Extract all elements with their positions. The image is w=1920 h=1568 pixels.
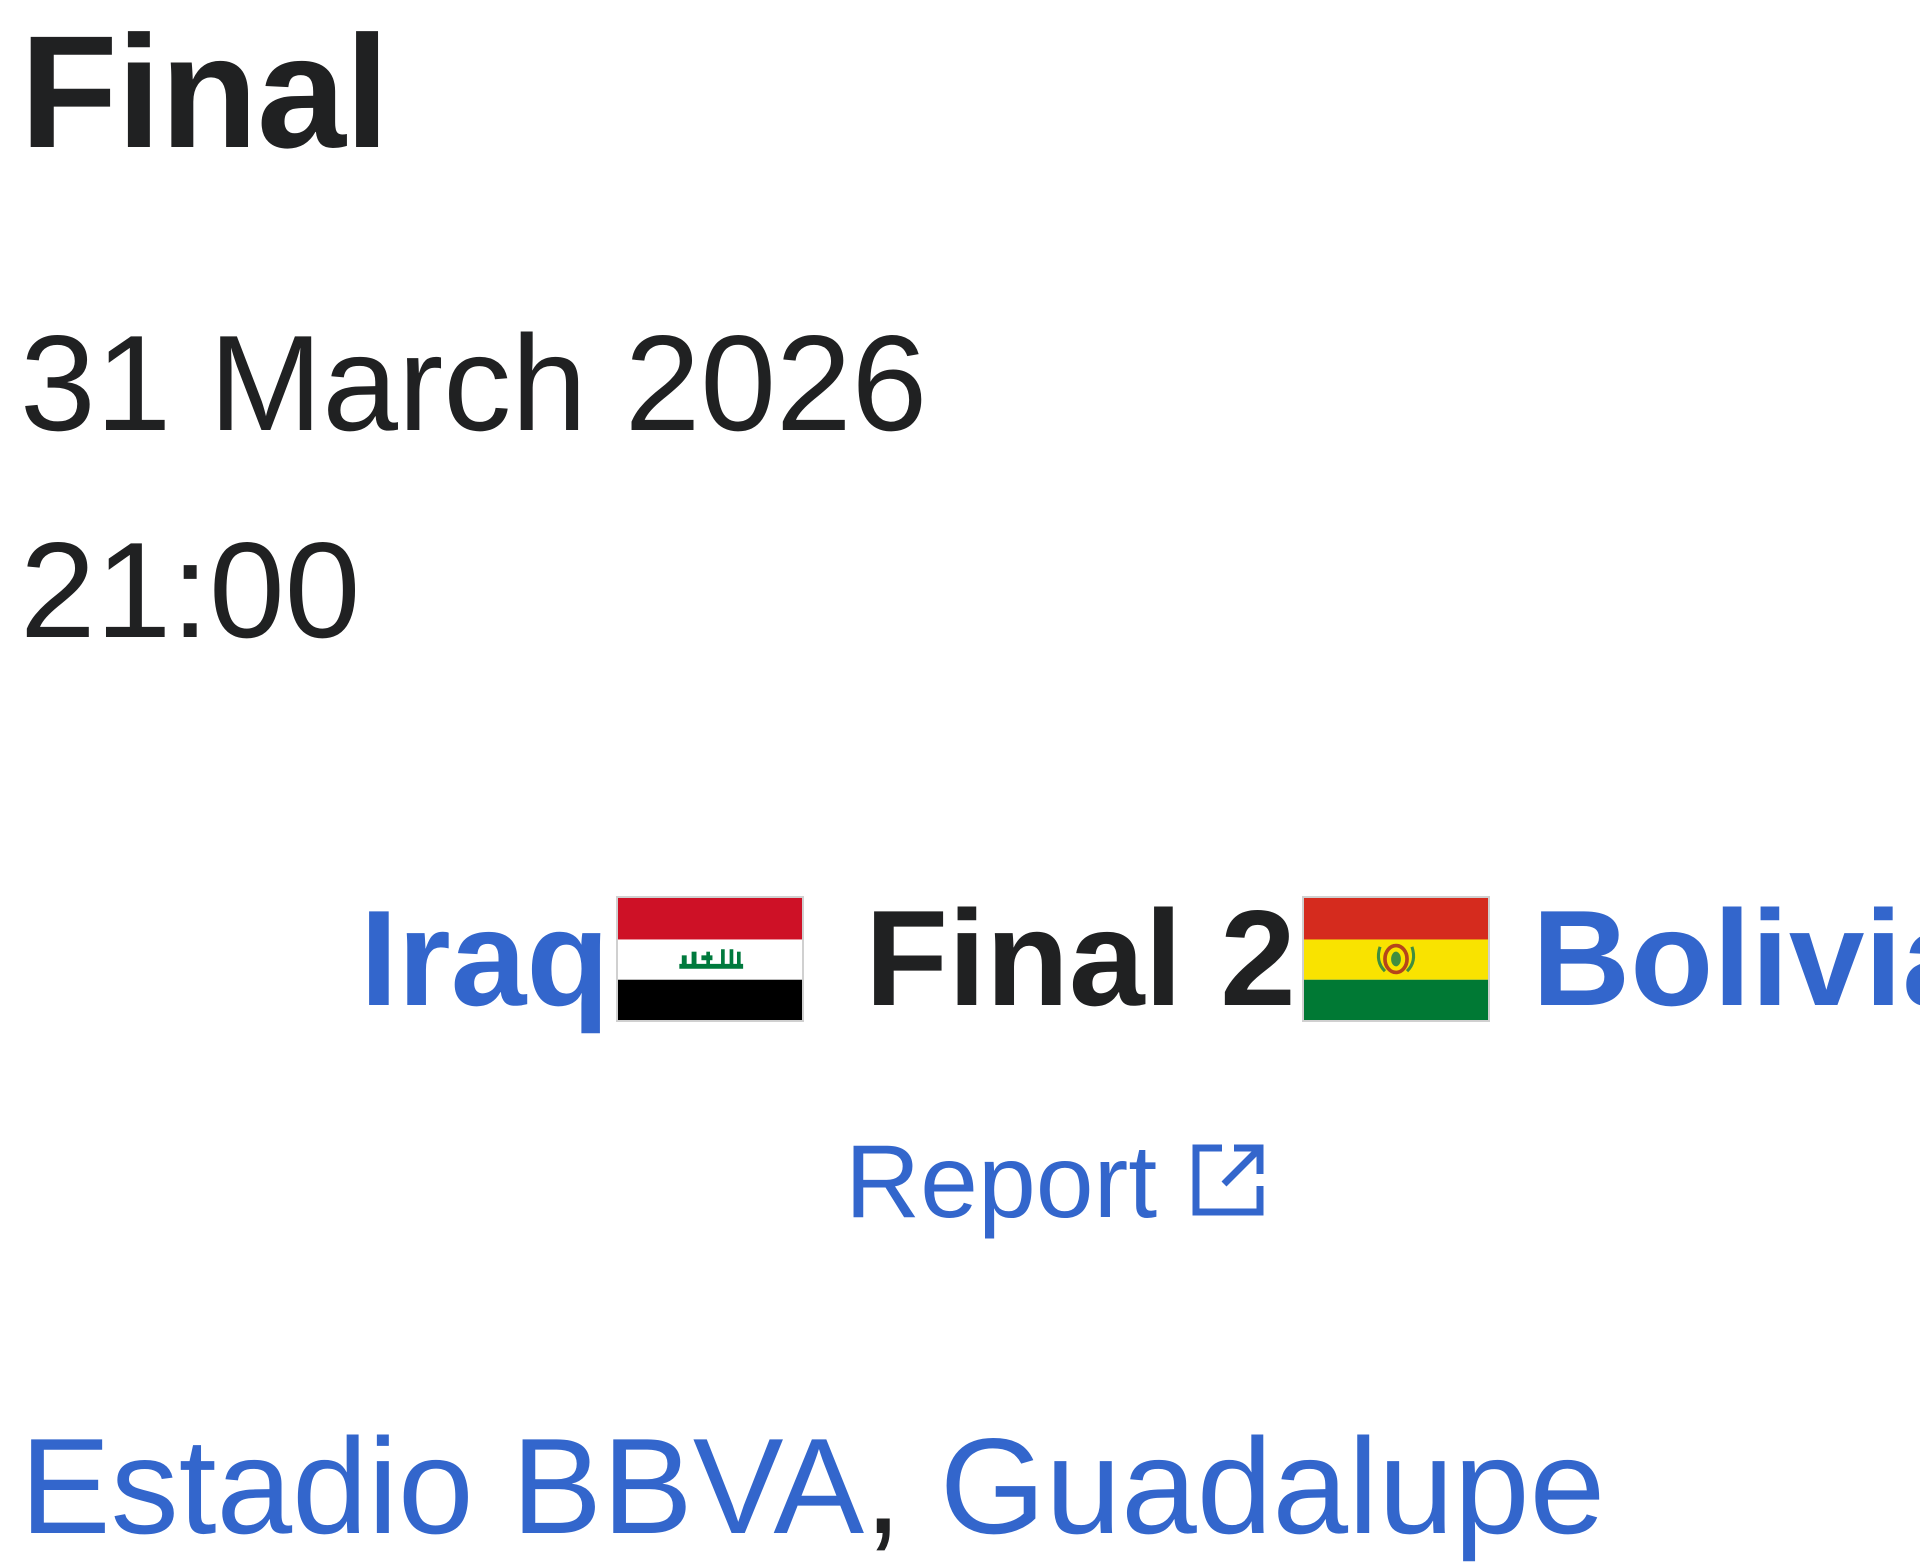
match-score: Final 2 [865, 882, 1296, 1034]
section-heading: Final [20, 2, 389, 181]
match-time: 21:00 [20, 514, 361, 666]
match-date: 31 March 2026 [20, 307, 928, 459]
bolivia-flag-icon[interactable] [1302, 896, 1490, 1022]
stadium-link[interactable]: Estadio BBVA [20, 1410, 864, 1562]
iraq-flag-icon[interactable] [616, 896, 804, 1022]
venue: Estadio BBVA, Guadalupe [20, 1418, 1605, 1554]
home-team-link[interactable]: Iraq [360, 890, 609, 1026]
report-link[interactable]: Report [845, 1130, 1157, 1234]
venue-separator: , [864, 1410, 902, 1562]
match-row: Iraq Final 2 Bolivi [0, 890, 1920, 1030]
city-link[interactable]: Guadalupe [940, 1410, 1605, 1562]
external-link-icon[interactable] [1188, 1140, 1268, 1220]
away-team-link[interactable]: Bolivia [1532, 890, 1920, 1026]
